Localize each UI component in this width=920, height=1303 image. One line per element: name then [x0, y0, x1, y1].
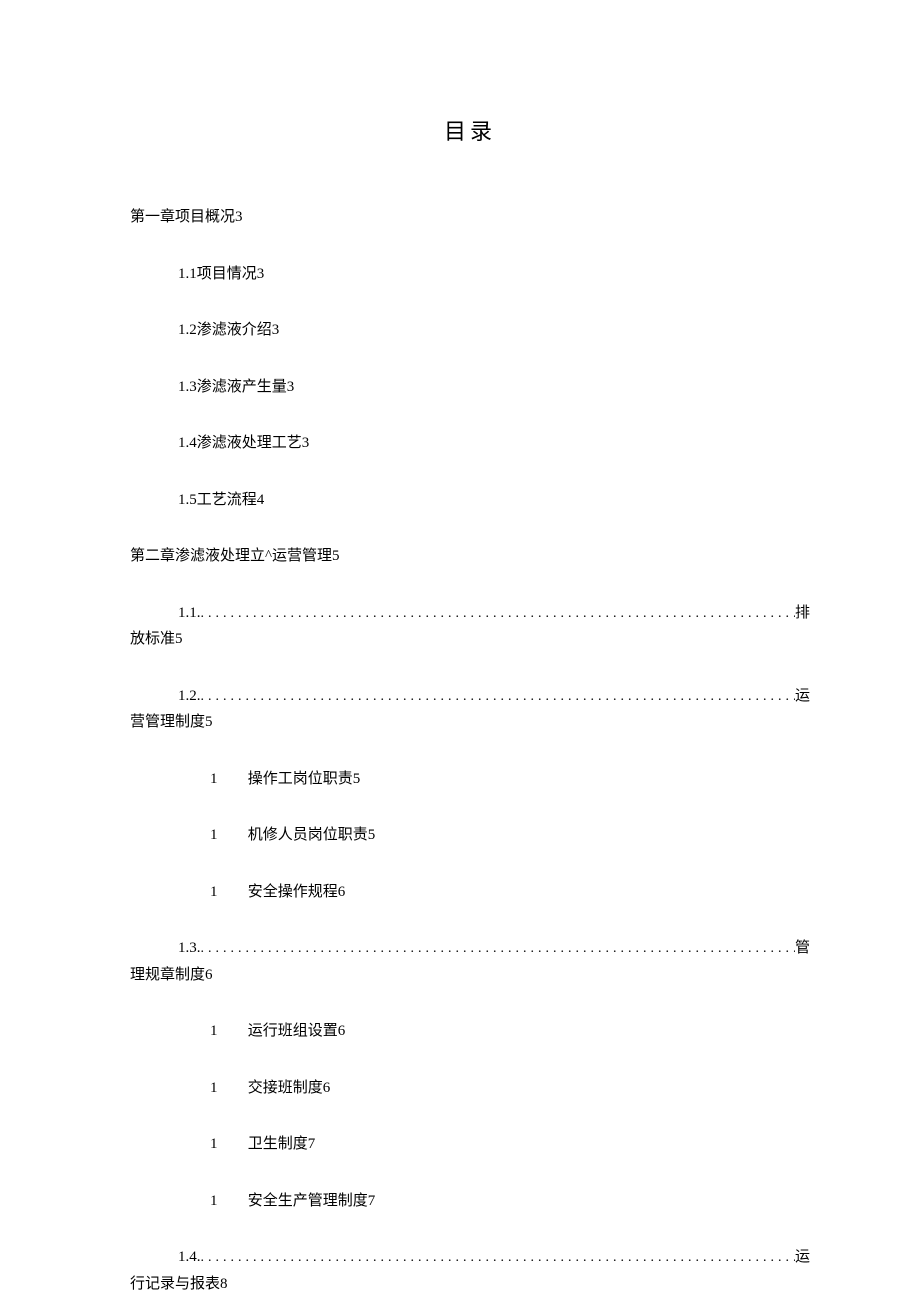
- toc-prefix: 1.4.: [178, 1246, 201, 1269]
- toc-continuation: 理规章制度6: [130, 964, 810, 987]
- toc-entry-ch1-1: 1.1项目情况3: [130, 263, 810, 286]
- toc-entry-ch1-3: 1.3渗滤液产生量3: [130, 376, 810, 399]
- toc-sub-text: 操作工岗位职责5: [248, 771, 361, 787]
- toc-sub-num: 1: [210, 1133, 244, 1156]
- toc-sub-text: 卫生制度7: [248, 1136, 316, 1152]
- toc-sub-num: 1: [210, 824, 244, 847]
- toc-sub-num: 1: [210, 1077, 244, 1100]
- toc-sub-text: 安全操作规程6: [248, 884, 346, 900]
- toc-title: 目录: [130, 115, 810, 148]
- toc-sub-text: 机修人员岗位职责5: [248, 827, 376, 843]
- toc-sub-num: 1: [210, 1190, 244, 1213]
- toc-sub-text: 交接班制度6: [248, 1080, 331, 1096]
- toc-sub-num: 1: [210, 768, 244, 791]
- toc-subentry: 1 安全生产管理制度7: [130, 1190, 810, 1213]
- toc-leader: ........................................…: [201, 686, 795, 707]
- toc-suffix: 运: [795, 1246, 810, 1269]
- toc-prefix: 1.2.: [178, 685, 201, 708]
- toc-prefix: 1.3.: [178, 937, 201, 960]
- toc-leader: ........................................…: [201, 603, 795, 624]
- toc-entry-ch1-5: 1.5工艺流程4: [130, 489, 810, 512]
- toc-continuation: 行记录与报表8: [130, 1273, 810, 1296]
- toc-suffix: 管: [795, 937, 810, 960]
- toc-subentry: 1 机修人员岗位职责5: [130, 824, 810, 847]
- toc-sub-text: 安全生产管理制度7: [248, 1193, 376, 1209]
- toc-prefix: 1.1.: [178, 602, 201, 625]
- toc-continuation: 放标准5: [130, 628, 810, 651]
- toc-subentry: 1 操作工岗位职责5: [130, 768, 810, 791]
- toc-entry-ch1: 第一章项目概况3: [130, 206, 810, 229]
- toc-entry-ch2: 第二章渗滤液处理立^运营管理5: [130, 545, 810, 568]
- toc-subentry: 1 安全操作规程6: [130, 881, 810, 904]
- toc-sub-text: 运行班组设置6: [248, 1023, 346, 1039]
- toc-entry-s1-4: 1.4. ...................................…: [130, 1246, 810, 1295]
- toc-sub-num: 1: [210, 1020, 244, 1043]
- toc-subentry: 1 交接班制度6: [130, 1077, 810, 1100]
- toc-sub-num: 1: [210, 881, 244, 904]
- toc-subentry: 1 卫生制度7: [130, 1133, 810, 1156]
- toc-suffix: 运: [795, 685, 810, 708]
- toc-suffix: 排: [795, 602, 810, 625]
- toc-leader: ........................................…: [201, 938, 795, 959]
- toc-continuation: 营管理制度5: [130, 711, 810, 734]
- toc-entry-ch1-4: 1.4渗滤液处理工艺3: [130, 432, 810, 455]
- toc-entry-s1-3: 1.3. ...................................…: [130, 937, 810, 986]
- toc-entry-s1-2: 1.2. ...................................…: [130, 685, 810, 734]
- toc-entry-ch1-2: 1.2渗滤液介绍3: [130, 319, 810, 342]
- toc-leader: ........................................…: [201, 1247, 795, 1268]
- toc-subentry: 1 运行班组设置6: [130, 1020, 810, 1043]
- toc-entry-s1-1: 1.1. ...................................…: [130, 602, 810, 651]
